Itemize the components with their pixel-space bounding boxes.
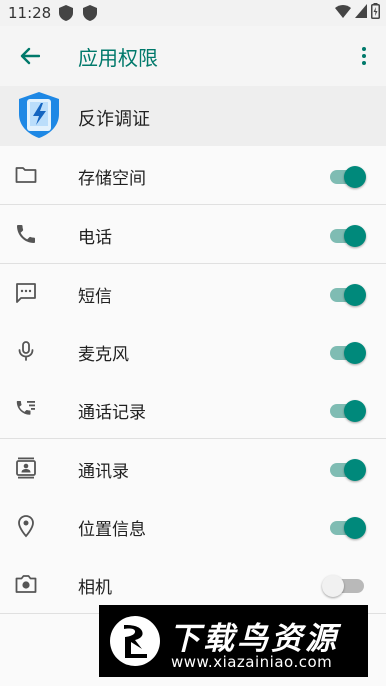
permission-toggle[interactable] — [330, 282, 366, 306]
more-options-button[interactable] — [356, 44, 372, 68]
permission-row-sms[interactable]: 短信 — [0, 264, 386, 323]
signal-icon — [355, 4, 367, 22]
bird-logo-icon — [109, 615, 161, 667]
permission-label: 通话记录 — [78, 403, 146, 423]
page-title: 应用权限 — [78, 46, 158, 70]
permission-toggle[interactable] — [330, 398, 366, 422]
arrow-back-icon — [20, 47, 40, 65]
permission-label: 短信 — [78, 287, 112, 307]
app-name: 反诈调证 — [78, 109, 150, 130]
permission-toggle[interactable] — [330, 164, 366, 188]
shield-icon — [83, 5, 98, 21]
permission-row-contacts[interactable]: 通讯录 — [0, 439, 386, 498]
watermark-title: 下载鸟资源 — [169, 621, 339, 657]
permission-row-phone[interactable]: 电话 — [0, 205, 386, 264]
permission-toggle[interactable] — [330, 457, 366, 481]
call-log-icon — [14, 397, 38, 421]
more-vert-icon — [362, 47, 366, 51]
status-time: 11:28 — [8, 4, 52, 22]
contacts-icon — [14, 456, 38, 480]
permission-label: 相机 — [78, 578, 112, 598]
microphone-icon — [14, 339, 38, 363]
permission-row-microphone[interactable]: 麦克风 — [0, 322, 386, 381]
folder-icon — [14, 163, 38, 187]
wifi-icon — [335, 4, 351, 22]
permission-row-storage[interactable]: 存储空间 — [0, 146, 386, 205]
permission-row-call-log[interactable]: 通话记录 — [0, 380, 386, 439]
status-bar: 11:28 — [0, 0, 386, 26]
permission-toggle[interactable] — [330, 515, 366, 539]
permission-label: 通讯录 — [78, 462, 129, 482]
app-info-header: 反诈调证 — [0, 86, 386, 147]
permission-toggle[interactable] — [322, 573, 366, 597]
location-icon — [14, 514, 38, 538]
permission-toggle[interactable] — [330, 340, 366, 364]
camera-icon — [14, 572, 38, 596]
watermark-banner: 下载鸟资源 www.xiazainiao.com — [99, 605, 368, 677]
permission-label: 存储空间 — [78, 169, 146, 189]
app-bar: 应用权限 — [0, 26, 386, 86]
permission-row-location[interactable]: 位置信息 — [0, 497, 386, 556]
permission-label: 电话 — [78, 228, 112, 248]
battery-icon — [371, 3, 380, 23]
permission-label: 位置信息 — [78, 520, 146, 540]
watermark-url: www.xiazainiao.com — [171, 653, 333, 671]
phone-icon — [14, 222, 38, 246]
shield-icon — [59, 5, 74, 21]
permission-toggle[interactable] — [330, 223, 366, 247]
sms-icon — [14, 281, 38, 305]
app-icon — [18, 91, 60, 139]
back-button[interactable] — [16, 44, 44, 68]
permission-label: 麦克风 — [78, 345, 129, 365]
